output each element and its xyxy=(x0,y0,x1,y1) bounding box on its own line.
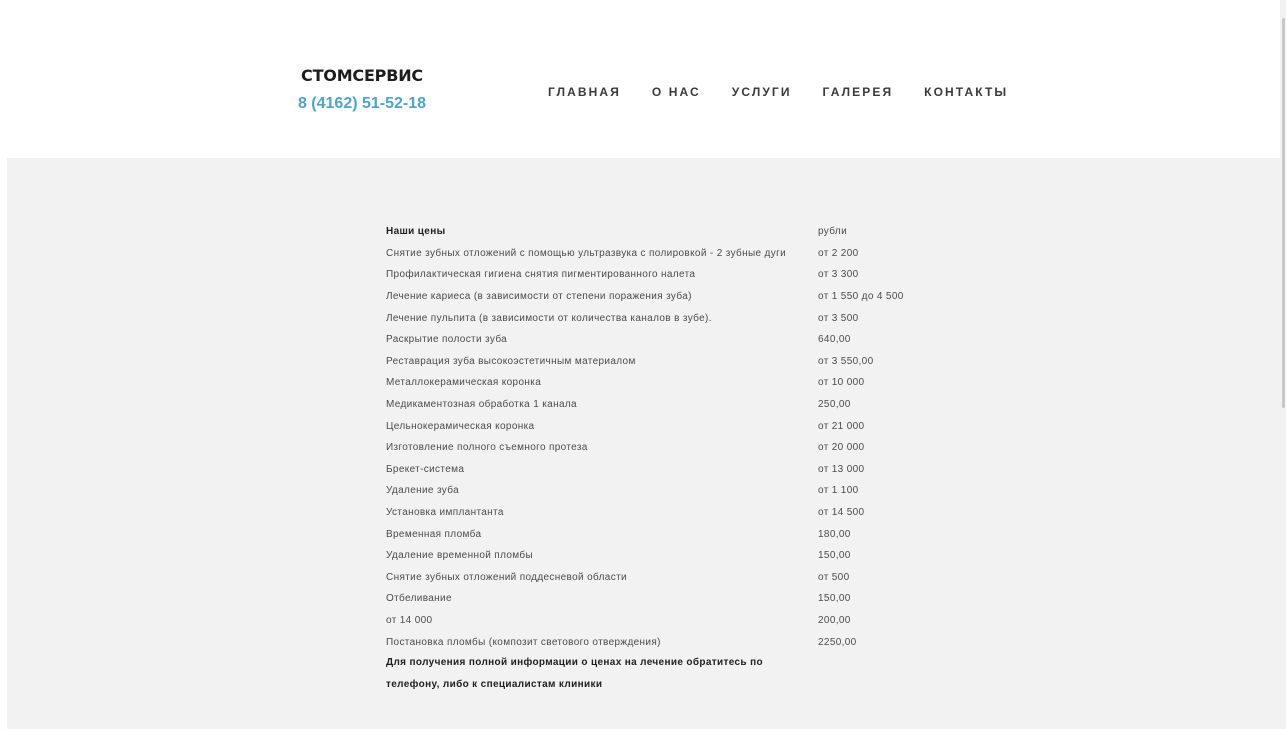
main-nav: ГЛАВНАЯ О НАС УСЛУГИ ГАЛЕРЕЯ КОНТАКТЫ xyxy=(548,84,1008,100)
service-name: Постановка пломбы (композит светового от… xyxy=(386,636,661,648)
table-row: Реставрация зуба высокоэстетичным матери… xyxy=(386,351,958,373)
service-name: Удаление временной пломбы xyxy=(386,550,534,562)
scrollbar-thumb[interactable] xyxy=(1282,18,1285,408)
service-price: от 1 100 xyxy=(818,485,859,497)
service-name: Временная пломба xyxy=(386,528,482,540)
table-row: Удаление временной пломбы 150,00 xyxy=(386,545,958,567)
nav-gallery[interactable]: ГАЛЕРЕЯ xyxy=(823,84,894,100)
service-price: от 3 300 xyxy=(818,269,859,281)
service-price: 180,00 xyxy=(818,528,851,540)
contact-note-line: Для получения полной информации о ценах … xyxy=(386,657,763,668)
service-price: от 14 500 xyxy=(818,507,865,519)
service-price: от 3 500 xyxy=(818,312,859,324)
service-name: Установка имплантанта xyxy=(386,507,504,519)
page: СТОМСЕРВИС 8 (4162) 51-52-18 ГЛАВНАЯ О Н… xyxy=(0,0,1286,729)
service-name: Изготовление полного съемного протеза xyxy=(386,442,588,454)
service-name: Удаление зуба xyxy=(386,485,460,497)
table-row: Цельнокерамическая коронка от 21 000 xyxy=(386,415,958,437)
table-row: Лечение пульпита (в зависимости от колич… xyxy=(386,307,958,329)
phone-number[interactable]: 8 (4162) 51-52-18 xyxy=(296,91,428,117)
nav-about[interactable]: О НАС xyxy=(652,84,701,100)
service-name: Лечение пульпита (в зависимости от колич… xyxy=(386,312,712,324)
table-row: Снятие зубных отложений поддесневой обла… xyxy=(386,567,958,589)
service-name: Профилактическая гигиена снятия пигменти… xyxy=(386,269,696,281)
site-header: СТОМСЕРВИС 8 (4162) 51-52-18 ГЛАВНАЯ О Н… xyxy=(0,0,1286,158)
service-name: Реставрация зуба высокоэстетичным матери… xyxy=(386,355,636,367)
header-price: рубли xyxy=(818,226,848,238)
table-row: Изготовление полного съемного протеза от… xyxy=(386,437,958,459)
service-price: 150,00 xyxy=(818,593,851,605)
service-price: от 20 000 xyxy=(818,442,865,454)
brand-name[interactable]: СТОМСЕРВИС xyxy=(296,64,428,88)
service-price: от 2 200 xyxy=(818,247,859,259)
price-table-header: Наши цены рубли xyxy=(386,221,958,243)
service-price: 250,00 xyxy=(818,399,851,411)
service-name: от 14 000 xyxy=(386,614,433,626)
table-row: Медикаментозная обработка 1 канала 250,0… xyxy=(386,394,958,416)
service-price: от 10 000 xyxy=(818,377,865,389)
service-price: от 1 550 до 4 500 xyxy=(818,291,904,303)
table-row: Профилактическая гигиена снятия пигменти… xyxy=(386,264,958,286)
service-name: Отбеливание xyxy=(386,593,452,605)
nav-home[interactable]: ГЛАВНАЯ xyxy=(548,84,621,100)
table-row: Удаление зуба от 1 100 xyxy=(386,480,958,502)
service-price: от 500 xyxy=(818,571,850,583)
header-service: Наши цены xyxy=(386,226,446,238)
service-name: Лечение кариеса (в зависимости от степен… xyxy=(386,291,692,303)
contact-note-line: телефону, либо к специалистам клиники xyxy=(386,678,603,690)
service-price: от 21 000 xyxy=(818,420,865,432)
service-price: 640,00 xyxy=(818,334,851,346)
service-name: Медикаментозная обработка 1 канала xyxy=(386,399,577,411)
service-name: Раскрытие полости зуба xyxy=(386,334,508,346)
table-row: Лечение кариеса (в зависимости от степен… xyxy=(386,286,958,308)
table-row: от 14 000 200,00 xyxy=(386,610,958,632)
price-table: Наши цены рубли Снятие зубных отложений … xyxy=(386,221,958,653)
service-price: от 3 550,00 xyxy=(818,355,874,367)
table-row: Установка имплантанта от 14 500 xyxy=(386,502,958,524)
service-name: Цельнокерамическая коронка xyxy=(386,420,535,432)
service-price: 2250,00 xyxy=(818,636,857,648)
table-row: Временная пломба 180,00 xyxy=(386,523,958,545)
service-price: 150,00 xyxy=(818,550,851,562)
table-row: Брекет-система от 13 000 xyxy=(386,459,958,481)
table-row: Раскрытие полости зуба 640,00 xyxy=(386,329,958,351)
service-name: Снятие зубных отложений поддесневой обла… xyxy=(386,571,627,583)
brand-block[interactable]: СТОМСЕРВИС 8 (4162) 51-52-18 xyxy=(296,64,428,117)
nav-services[interactable]: УСЛУГИ xyxy=(732,84,792,100)
service-price: от 13 000 xyxy=(818,463,865,475)
service-name: Брекет-система xyxy=(386,463,465,475)
table-row: Отбеливание 150,00 xyxy=(386,588,958,610)
table-row: Металлокерамическая коронка от 10 000 xyxy=(386,372,958,394)
service-name: Снятие зубных отложений с помощью ультра… xyxy=(386,247,787,259)
contact-note: Для получения полной информации о ценах … xyxy=(386,652,806,695)
service-price: 200,00 xyxy=(818,614,851,626)
page-scrollbar[interactable] xyxy=(1280,0,1286,729)
table-row: Постановка пломбы (композит светового от… xyxy=(386,631,958,653)
service-name: Металлокерамическая коронка xyxy=(386,377,542,389)
content-area: Наши цены рубли Снятие зубных отложений … xyxy=(7,158,1280,729)
table-row: Снятие зубных отложений с помощью ультра… xyxy=(386,243,958,265)
nav-contacts[interactable]: КОНТАКТЫ xyxy=(924,84,1008,100)
